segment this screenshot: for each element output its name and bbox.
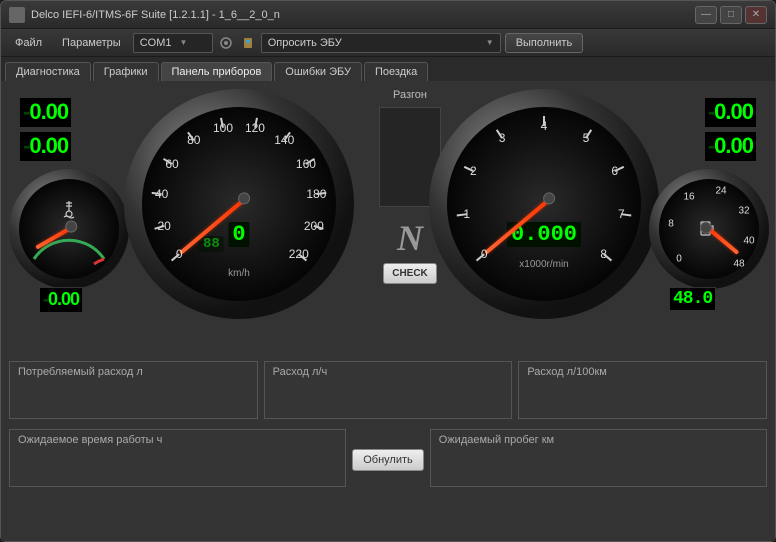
- check-button[interactable]: CHECK: [383, 263, 437, 284]
- rpm-unit: x1000r/min: [519, 259, 568, 270]
- temp-value: -0.00: [39, 287, 83, 313]
- action-selector[interactable]: Опросить ЭБУ▼: [261, 33, 501, 53]
- digital-tr1: -0.00: [704, 97, 757, 128]
- tab-trip[interactable]: Поездка: [364, 62, 428, 81]
- app-icon: [9, 7, 25, 23]
- device-icon[interactable]: [239, 34, 257, 52]
- fuel-gauge: 0 8 16 24 32 40 48: [649, 169, 769, 289]
- tab-errors[interactable]: Ошибки ЭБУ: [274, 62, 362, 81]
- record-icon[interactable]: [217, 34, 235, 52]
- tab-bar: Диагностика Графики Панель приборов Ошиб…: [1, 57, 775, 81]
- reset-button[interactable]: Обнулить: [352, 449, 424, 471]
- titlebar: Delco IEFI-6/ITMS-6F Suite [1.2.1.1] - 1…: [1, 1, 775, 29]
- execute-button[interactable]: Выполнить: [505, 33, 583, 53]
- speed-unit: km/h: [228, 268, 250, 279]
- expected-distance-box: Ожидаемый пробег км: [430, 429, 767, 487]
- tab-dashboard[interactable]: Панель приборов: [161, 62, 273, 81]
- port-selector[interactable]: COM1▼: [133, 33, 213, 53]
- minimize-button[interactable]: —: [695, 6, 717, 24]
- digital-tr2: -0.00: [704, 131, 757, 162]
- digital-tl2: -0.00: [19, 131, 72, 162]
- speedometer: 0 88 km/h 020406080100120140160180200220: [124, 89, 354, 319]
- menu-file[interactable]: Файл: [7, 34, 50, 52]
- expected-time-box: Ожидаемое время работы ч: [9, 429, 346, 487]
- speed-value: 0: [228, 222, 249, 247]
- close-button[interactable]: ✕: [745, 6, 767, 24]
- consumed-fuel-box: Потребляемый расход л: [9, 361, 258, 419]
- tachometer: 0.000 x1000r/min 012345678: [429, 89, 659, 319]
- digital-tl1: -0.00: [19, 97, 72, 128]
- menu-params[interactable]: Параметры: [54, 34, 129, 52]
- temp-gauge: [9, 169, 129, 289]
- rate-100km-box: Расход л/100км: [518, 361, 767, 419]
- rate-hour-box: Расход л/ч: [264, 361, 513, 419]
- toolbar: Файл Параметры COM1▼ Опросить ЭБУ▼ Выпол…: [1, 29, 775, 57]
- window-title: Delco IEFI-6/ITMS-6F Suite [1.2.1.1] - 1…: [31, 9, 695, 21]
- tab-charts[interactable]: Графики: [93, 62, 159, 81]
- fuel-value: 48.0: [669, 287, 716, 311]
- speed-aux: 88: [199, 236, 224, 252]
- maximize-button[interactable]: □: [720, 6, 742, 24]
- accel-label: Разгон: [379, 89, 441, 101]
- tab-diagnostics[interactable]: Диагностика: [5, 62, 91, 81]
